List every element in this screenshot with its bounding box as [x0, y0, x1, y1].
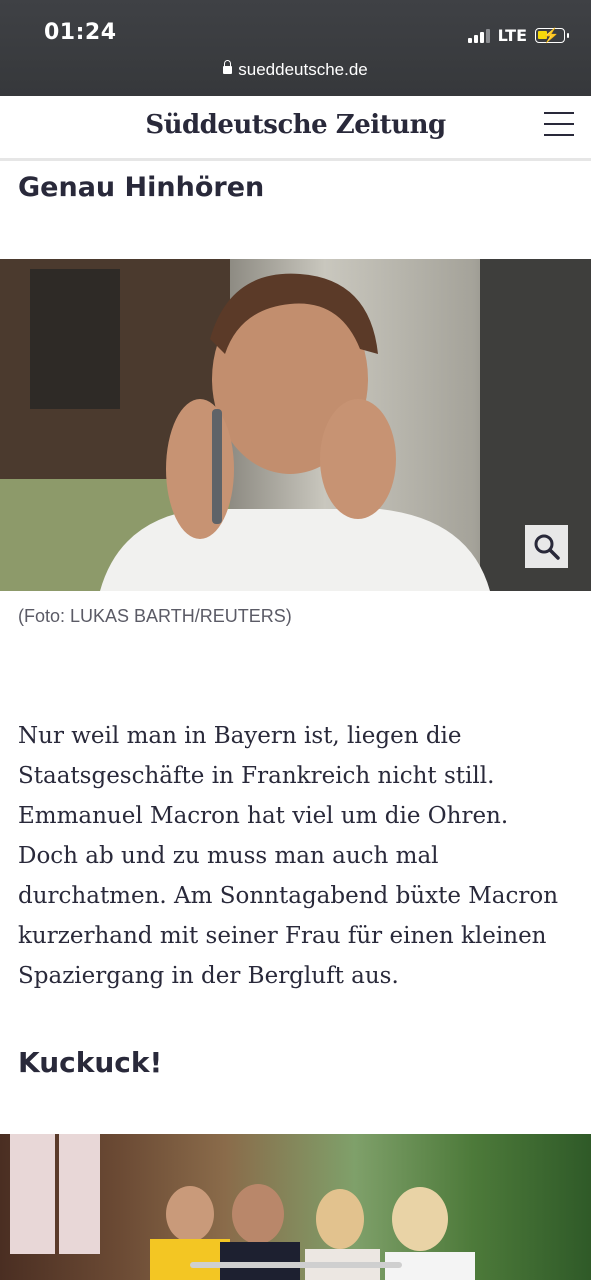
article-subheading: Kuckuck! — [18, 1046, 163, 1079]
lock-icon — [223, 59, 233, 74]
article-paragraph: Nur weil man in Bayern ist, liegen die S… — [18, 723, 559, 989]
section-title: Genau Hinhören — [18, 172, 265, 203]
battery-icon: ⚡ — [535, 27, 569, 43]
site-logo[interactable]: Süddeutsche Zeitung — [0, 110, 591, 140]
photo-illustration — [0, 259, 591, 591]
home-indicator — [190, 1262, 402, 1268]
photo-2-illustration — [10, 1134, 475, 1280]
article-photo-2[interactable] — [0, 1134, 591, 1280]
network-label: LTE — [497, 25, 527, 45]
search-icon — [534, 534, 560, 560]
browser-chrome: 01:24 LTE ⚡ sueddeutsche.de — [0, 0, 591, 96]
article-photo[interactable] — [0, 259, 591, 591]
hamburger-menu-icon[interactable] — [544, 112, 574, 138]
status-time: 01:24 — [44, 20, 117, 45]
status-indicators: LTE ⚡ — [467, 24, 569, 46]
zoom-image-button[interactable] — [525, 525, 568, 568]
signal-icon — [467, 27, 490, 43]
url-bar[interactable]: sueddeutsche.de — [0, 59, 591, 80]
site-header: Süddeutsche Zeitung — [0, 96, 591, 161]
url-text: sueddeutsche.de — [238, 60, 368, 79]
photo-caption: (Foto: LUKAS BARTH/REUTERS) — [18, 606, 292, 626]
